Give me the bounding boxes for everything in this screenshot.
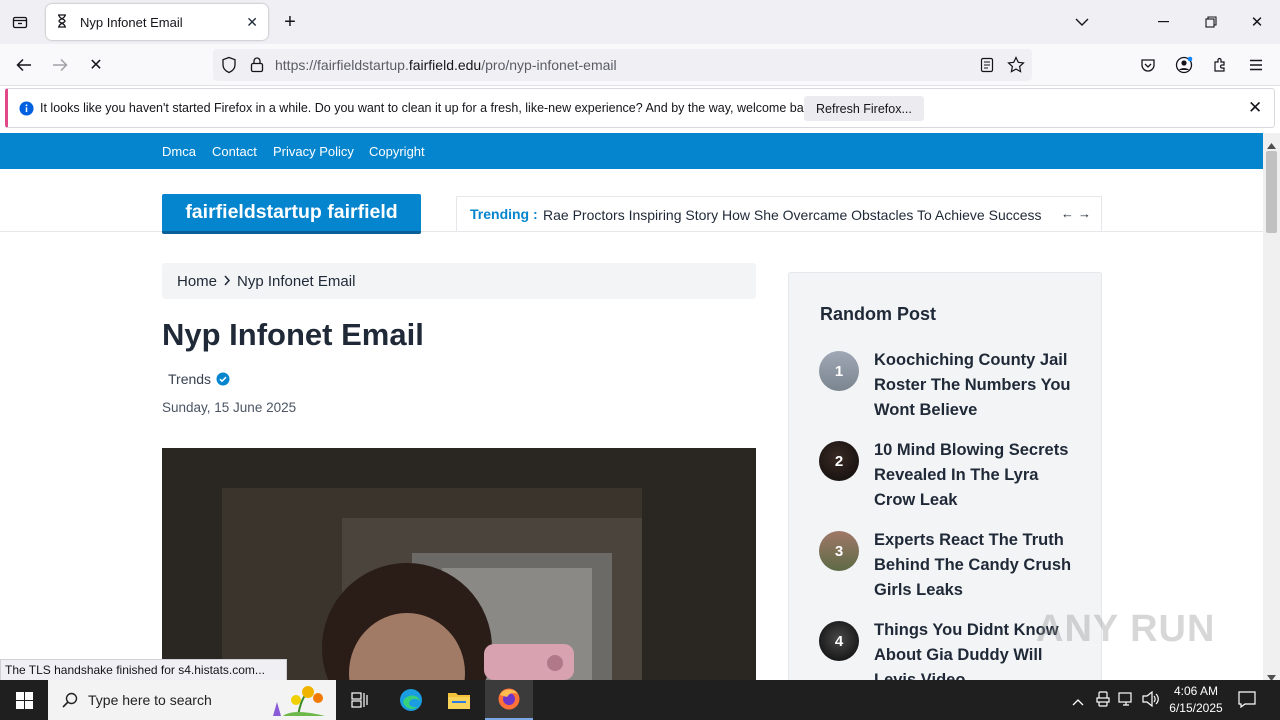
list-all-tabs-icon[interactable] <box>1070 10 1094 34</box>
tray-device-icon[interactable] <box>1096 691 1110 712</box>
windows-start-icon[interactable] <box>0 680 48 720</box>
taskbar-clock[interactable]: 4:06 AM 6/15/2025 <box>1166 683 1226 717</box>
navigation-toolbar: ✕ https://fairfieldstartup.fairfield.edu… <box>0 44 1280 86</box>
status-tooltip: The TLS handshake finished for s4.histat… <box>0 659 287 681</box>
nav-link-copyright[interactable]: Copyright <box>369 144 425 159</box>
post-thumbnail[interactable]: 3 <box>819 531 859 571</box>
article-date: Sunday, 15 June 2025 <box>162 400 297 415</box>
breadcrumb: Home Nyp Infonet Email <box>162 263 756 299</box>
refresh-firefox-button[interactable]: Refresh Firefox... <box>804 96 924 121</box>
site-top-nav: Dmca Contact Privacy Policy Copyright <box>0 133 1263 169</box>
network-icon[interactable] <box>1118 692 1135 712</box>
firefox-refresh-notification: It looks like you haven't started Firefo… <box>5 88 1275 128</box>
tab-title: Nyp Infonet Email <box>80 14 183 30</box>
account-icon[interactable] <box>1171 52 1197 78</box>
post-title-link[interactable]: 10 Mind Blowing Secrets Revealed In The … <box>874 438 1074 513</box>
minimize-button[interactable] <box>1150 10 1178 34</box>
url-domain: fairfield.edu <box>408 57 482 73</box>
post-title-link[interactable]: Koochiching County Jail Roster The Numbe… <box>874 348 1074 423</box>
breadcrumb-current: Nyp Infonet Email <box>237 272 356 290</box>
restore-button[interactable] <box>1197 10 1225 34</box>
back-button[interactable] <box>10 52 38 78</box>
taskbar-search-box[interactable]: Type here to search <box>48 680 336 720</box>
nav-link-privacy-policy[interactable]: Privacy Policy <box>273 144 354 159</box>
tray-chevron-up-icon[interactable] <box>1072 693 1084 711</box>
post-number: 2 <box>834 452 844 470</box>
extensions-icon[interactable] <box>1207 52 1233 78</box>
file-explorer-icon[interactable] <box>435 680 483 720</box>
notifications-icon[interactable] <box>1238 691 1256 713</box>
post-number: 1 <box>834 362 844 380</box>
trending-next-arrow-icon[interactable]: → <box>1078 206 1091 221</box>
site-logo[interactable]: fairfieldstartup fairfield <box>162 194 421 234</box>
new-tab-button[interactable]: + <box>278 9 302 35</box>
url-prefix: https://fairfieldstartup. <box>275 57 409 73</box>
windows-taskbar: Type here to search 4:06 AM 6/15/2025 <box>0 680 1280 720</box>
app-menu-icon[interactable] <box>1243 52 1269 78</box>
lock-icon[interactable] <box>250 56 264 76</box>
clock-date: 6/15/2025 <box>1169 701 1223 715</box>
article-featured-image <box>162 448 756 680</box>
post-title-link[interactable]: Experts React The Truth Behind The Candy… <box>874 528 1074 603</box>
search-highlight-flowers-icon <box>263 682 333 720</box>
post-number: 3 <box>834 542 844 560</box>
page-scrollbar[interactable] <box>1263 133 1280 681</box>
url-path: /pro/nyp-infonet-email <box>481 57 617 73</box>
post-thumbnail[interactable]: 2 <box>819 441 859 481</box>
scrollbar-thumb[interactable] <box>1266 151 1277 233</box>
chevron-right-icon <box>223 273 231 290</box>
trending-headline[interactable]: Rae Proctors Inspiring Story How She Ove… <box>543 207 1042 223</box>
nav-link-contact[interactable]: Contact <box>212 144 257 159</box>
close-window-button[interactable]: ✕ <box>1243 10 1271 34</box>
web-page: Dmca Contact Privacy Policy Copyright fa… <box>0 133 1263 680</box>
verified-badge-icon <box>216 372 230 386</box>
tab-close-icon[interactable]: ✕ <box>246 14 258 31</box>
reader-view-icon[interactable] <box>980 57 994 76</box>
stop-loading-button[interactable]: ✕ <box>82 52 110 78</box>
firefox-taskbar-icon[interactable] <box>485 680 533 720</box>
nav-link-dmca[interactable]: Dmca <box>162 144 196 159</box>
notification-close-icon[interactable]: ✕ <box>1248 98 1262 118</box>
loading-hourglass-icon <box>56 13 68 31</box>
trending-label: Trending : <box>470 206 538 222</box>
forward-button[interactable] <box>46 52 74 78</box>
tracking-protection-shield-icon[interactable] <box>221 56 237 77</box>
trending-ticker: Trending : Rae Proctors Inspiring Story … <box>456 196 1102 232</box>
url-bar[interactable]: https://fairfieldstartup.fairfield.edu/p… <box>213 49 1032 81</box>
author-name[interactable]: Trends <box>168 371 211 387</box>
volume-icon[interactable] <box>1142 690 1160 712</box>
watermark: ANY RUN <box>1036 608 1216 650</box>
site-header: fairfieldstartup fairfield Trending : Ra… <box>0 169 1263 234</box>
page-title: Nyp Infonet Email <box>162 317 424 352</box>
article-author: Trends <box>168 371 230 387</box>
tab-manager-icon[interactable] <box>6 9 34 35</box>
active-tab[interactable]: Nyp Infonet Email ✕ <box>46 4 268 40</box>
search-placeholder: Type here to search <box>88 692 212 708</box>
sidebar-title: Random Post <box>820 304 937 324</box>
url-text[interactable]: https://fairfieldstartup.fairfield.edu/p… <box>275 57 617 73</box>
search-icon <box>62 692 78 708</box>
pocket-icon[interactable] <box>1135 52 1161 78</box>
tab-strip: Nyp Infonet Email ✕ + ✕ <box>0 0 1280 44</box>
breadcrumb-home[interactable]: Home <box>177 273 217 290</box>
post-thumbnail[interactable]: 4 <box>819 621 859 661</box>
trending-prev-arrow-icon[interactable]: ← <box>1061 206 1074 221</box>
notification-message: It looks like you haven't started Firefo… <box>40 101 820 115</box>
info-icon <box>19 101 34 119</box>
post-thumbnail[interactable]: 1 <box>819 351 859 391</box>
task-view-icon[interactable] <box>336 680 384 720</box>
bookmark-star-icon[interactable] <box>1007 56 1025 76</box>
edge-browser-icon[interactable] <box>387 680 435 720</box>
post-number: 4 <box>834 632 844 650</box>
clock-time: 4:06 AM <box>1173 684 1219 698</box>
